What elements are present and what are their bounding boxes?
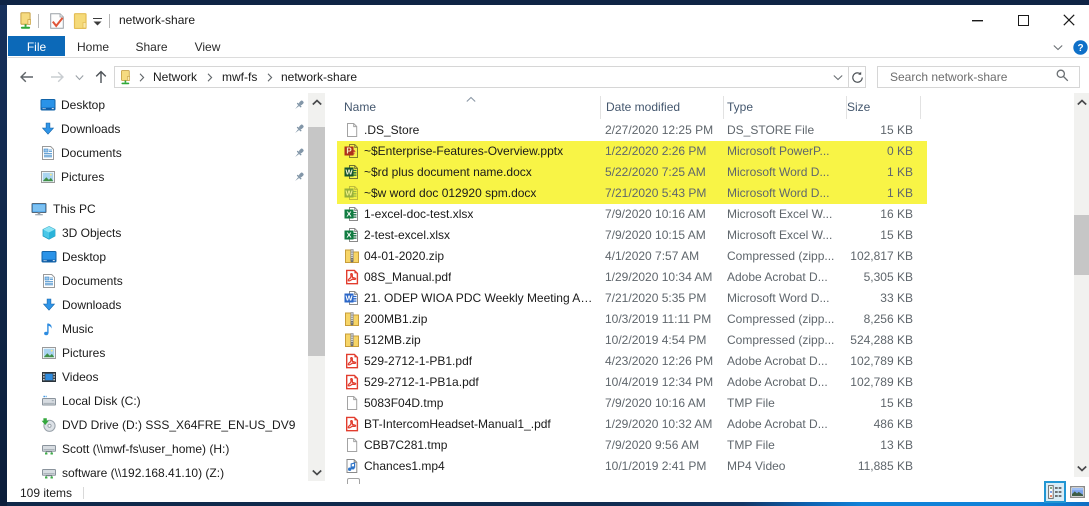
svg-text:W: W (345, 294, 353, 303)
svg-text:W: W (345, 168, 353, 177)
svg-text:P: P (346, 147, 352, 156)
svg-text:X: X (346, 210, 351, 219)
svg-text:X: X (346, 231, 351, 240)
svg-text:?: ? (1077, 43, 1083, 54)
svg-text:W: W (345, 189, 353, 198)
